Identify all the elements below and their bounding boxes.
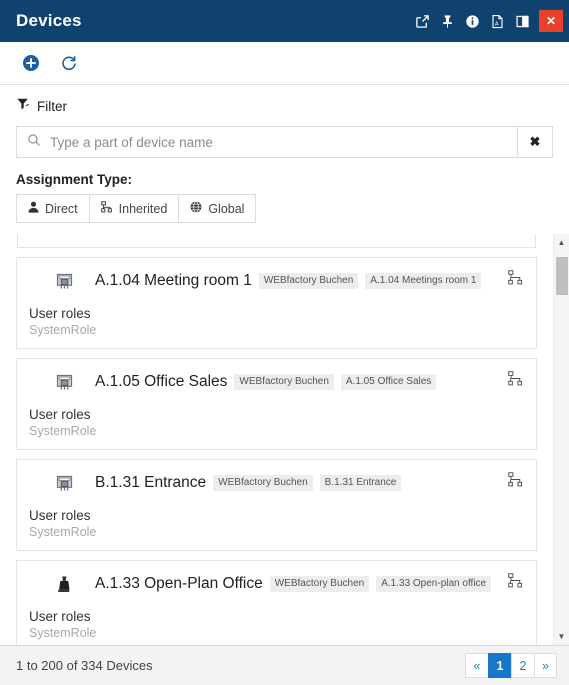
- device-tag-project: WEBfactory Buchen: [258, 273, 359, 289]
- device-list: A.1.04 Meeting room 1 WEBfactory Buchen …: [0, 234, 553, 645]
- window-title: Devices: [16, 11, 82, 30]
- device-hierarchy-icon[interactable]: [508, 371, 524, 392]
- inherited-icon: [100, 201, 113, 216]
- server-rack-icon: [51, 474, 77, 493]
- search-input[interactable]: [50, 134, 507, 150]
- device-hierarchy-icon[interactable]: [508, 270, 524, 291]
- scroll-down-button[interactable]: ▼: [554, 628, 569, 645]
- assignment-type-inherited-label: Inherited: [118, 201, 168, 216]
- device-name: A.1.04 Meeting room 1: [95, 272, 252, 289]
- clear-search-button[interactable]: ✖: [517, 126, 553, 158]
- pagination: « 1 2 »: [465, 653, 557, 678]
- device-roles-value: SystemRole: [29, 525, 97, 539]
- device-card-header: A.1.33 Open-Plan Office WEBfactory Buche…: [29, 571, 524, 597]
- scrollbar-thumb[interactable]: [555, 257, 568, 295]
- pager-page-2[interactable]: 2: [511, 653, 534, 678]
- device-tag-path: A.1.04 Meetings room 1: [365, 273, 482, 289]
- assignment-type-direct-label: Direct: [45, 201, 78, 216]
- device-tag-project: WEBfactory Buchen: [234, 374, 334, 390]
- device-roles-title: User roles: [29, 609, 91, 624]
- close-button[interactable]: ✕: [539, 10, 563, 32]
- pager-next[interactable]: »: [534, 653, 557, 678]
- device-roles-value: SystemRole: [29, 424, 97, 438]
- assignment-type-global-label: Global: [208, 201, 245, 216]
- server-rack-icon: [51, 373, 77, 392]
- result-count-status: 1 to 200 of 334 Devices: [16, 658, 153, 673]
- device-tag-path: A.1.05 Office Sales: [340, 374, 437, 390]
- footer-bar: 1 to 200 of 334 Devices « 1 2 »: [0, 645, 569, 685]
- info-icon[interactable]: [460, 0, 485, 42]
- device-name: A.1.05 Office Sales: [95, 373, 228, 390]
- device-card[interactable]: B.1.31 Entrance WEBfactory Buchen B.1.31…: [16, 459, 537, 551]
- scrollbar-track[interactable]: [554, 251, 569, 628]
- assignment-type-direct[interactable]: Direct: [16, 194, 89, 223]
- window-titlebar: Devices A ✕: [0, 0, 569, 42]
- pager-prev[interactable]: «: [465, 653, 488, 678]
- titlebar-actions: A ✕: [410, 0, 569, 42]
- device-card[interactable]: A.1.04 Meeting room 1 WEBfactory Buchen …: [16, 257, 537, 349]
- device-tag-project: WEBfactory Buchen: [269, 576, 370, 592]
- device-roles-title: User roles: [29, 306, 91, 321]
- search-box[interactable]: [16, 126, 517, 158]
- search-icon: [27, 133, 41, 152]
- device-card-header: A.1.05 Office Sales WEBfactory Buchen A.…: [29, 369, 524, 395]
- dock-panel-icon[interactable]: [510, 0, 535, 42]
- device-hierarchy-icon[interactable]: [508, 573, 524, 594]
- device-roles-title: User roles: [29, 407, 91, 422]
- factory-icon: [51, 575, 77, 594]
- server-rack-icon: [51, 272, 77, 291]
- svg-text:A: A: [495, 21, 499, 27]
- assignment-type-inherited[interactable]: Inherited: [88, 194, 179, 223]
- device-tag-path: B.1.31 Entrance: [319, 475, 402, 491]
- device-name: A.1.33 Open-Plan Office: [95, 575, 263, 592]
- device-list-container: A.1.04 Meeting room 1 WEBfactory Buchen …: [0, 234, 569, 645]
- pager-page-1[interactable]: 1: [488, 653, 511, 678]
- device-tag-path: A.1.33 Open-plan office: [376, 576, 492, 592]
- pdf-export-icon[interactable]: A: [485, 0, 510, 42]
- device-list-scrollbar[interactable]: ▲ ▼: [553, 234, 569, 645]
- globe-icon: [190, 201, 202, 216]
- scroll-up-button[interactable]: ▲: [554, 234, 569, 251]
- device-roles-value: SystemRole: [29, 626, 97, 640]
- devices-window: Devices A ✕ Filter Type a part of device…: [0, 0, 569, 685]
- add-icon[interactable]: [20, 52, 42, 74]
- device-tag-project: WEBfactory Buchen: [213, 475, 313, 491]
- action-toolbar: [0, 42, 569, 85]
- assignment-type-group: Direct Inherited Global: [16, 194, 257, 223]
- filter-heading: Filter: [16, 95, 553, 117]
- assignment-type-label: Assignment Type:: [16, 172, 133, 187]
- open-external-icon[interactable]: [410, 0, 435, 42]
- list-item-partial[interactable]: [17, 234, 536, 248]
- filter-icon: [16, 97, 30, 116]
- device-card[interactable]: A.1.05 Office Sales WEBfactory Buchen A.…: [16, 358, 537, 450]
- user-icon: [28, 201, 39, 216]
- device-hierarchy-icon[interactable]: [508, 472, 524, 493]
- refresh-icon[interactable]: [58, 52, 80, 74]
- device-name: B.1.31 Entrance: [95, 474, 207, 491]
- device-roles-value: SystemRole: [29, 323, 97, 337]
- device-card[interactable]: A.1.33 Open-Plan Office WEBfactory Buche…: [16, 560, 537, 645]
- filter-area: Filter ✖ Assignment Type:: [0, 85, 569, 234]
- filter-label: Filter: [37, 98, 67, 114]
- search-row: ✖: [16, 126, 553, 158]
- assignment-type-global[interactable]: Global: [178, 194, 257, 223]
- device-roles-title: User roles: [29, 508, 91, 523]
- device-card-header: A.1.04 Meeting room 1 WEBfactory Buchen …: [29, 268, 524, 294]
- device-card-header: B.1.31 Entrance WEBfactory Buchen B.1.31…: [29, 470, 524, 496]
- pin-icon[interactable]: [435, 0, 460, 42]
